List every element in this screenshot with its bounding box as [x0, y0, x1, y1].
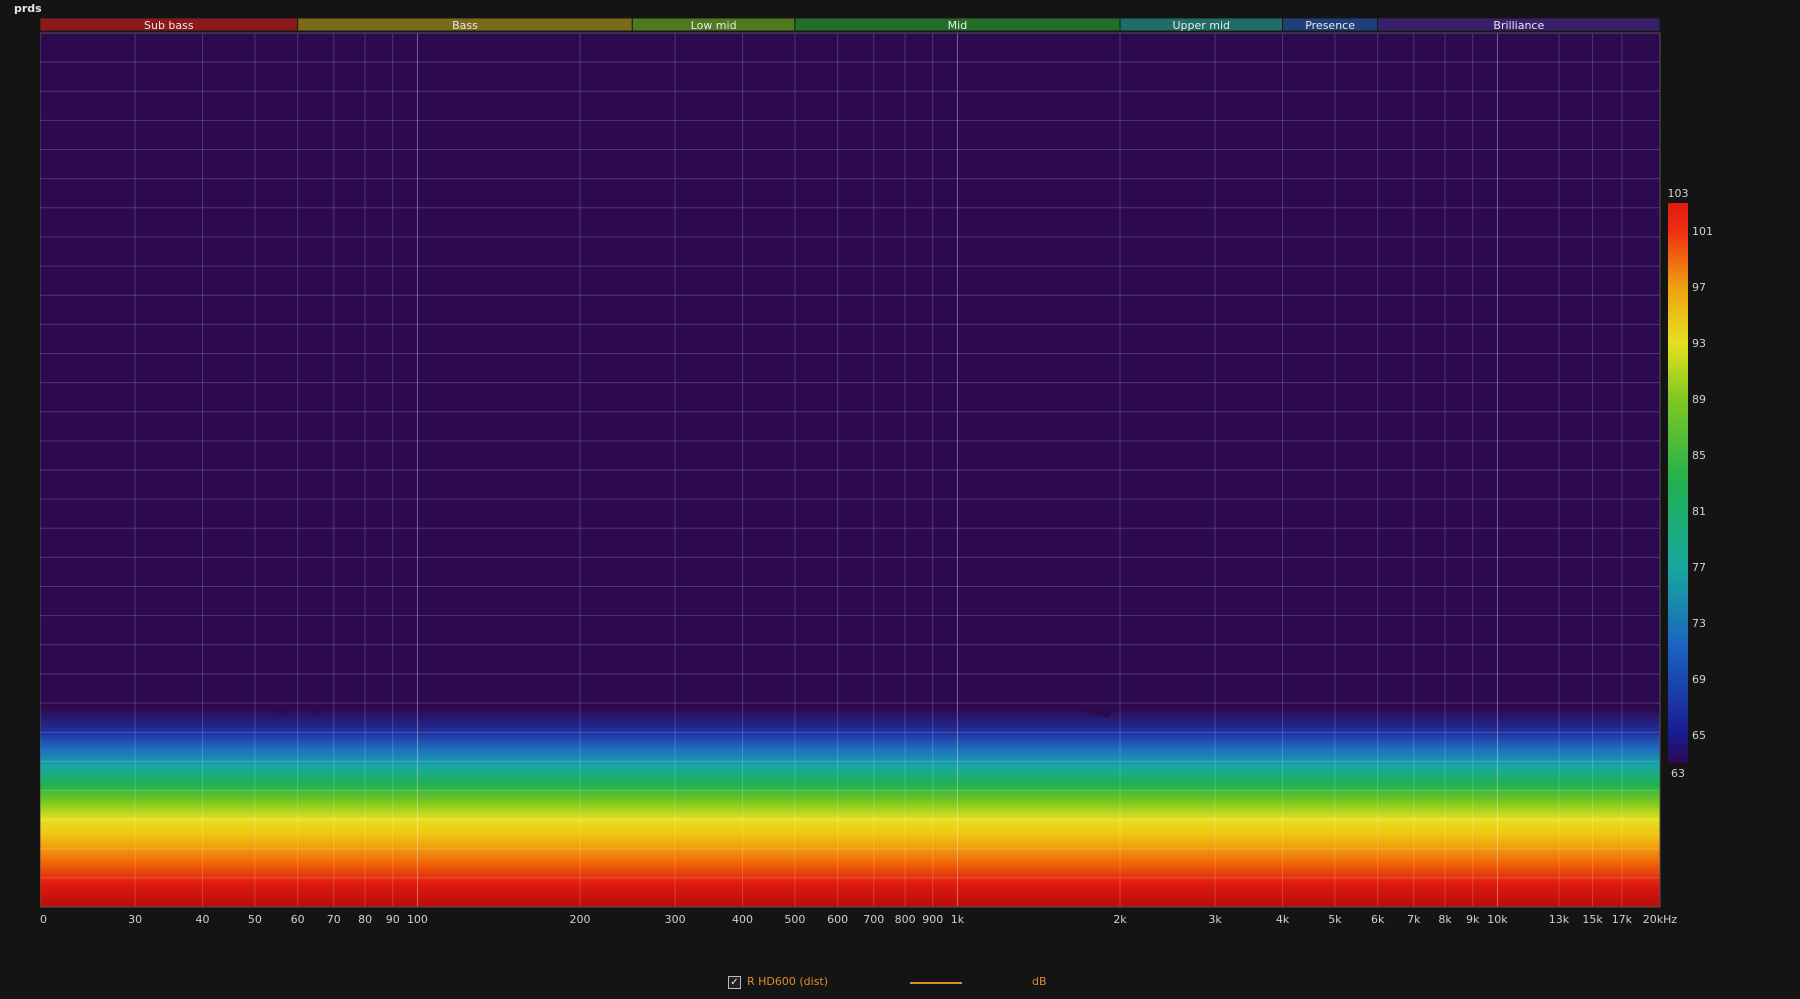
colorbar-label: 85	[1692, 449, 1706, 462]
band-header-label: Presence	[1305, 19, 1355, 32]
x-tick-label: 70	[327, 913, 341, 926]
legend: ✓ R HD600 (dist) dB	[0, 975, 1800, 995]
x-tick-label: 40	[196, 913, 210, 926]
x-tick-label: 2k	[1113, 913, 1127, 926]
band-header-label: Mid	[948, 19, 968, 32]
x-tick-label: 20kHz	[1643, 913, 1678, 926]
x-tick-label: 8k	[1438, 913, 1452, 926]
colorbar-label: 97	[1692, 281, 1706, 294]
x-tick-label: 700	[863, 913, 884, 926]
x-tick-label: 900	[922, 913, 943, 926]
x-tick-label: 400	[732, 913, 753, 926]
y-axis-unit-label: prds	[14, 2, 42, 15]
band-header-label: Low mid	[691, 19, 737, 32]
x-tick-label: 60	[291, 913, 305, 926]
x-tick-label: 50	[248, 913, 262, 926]
x-tick-label: 10k	[1487, 913, 1508, 926]
x-tick-label: 800	[895, 913, 916, 926]
colorbar-label: 93	[1692, 337, 1706, 350]
x-tick-label: 30	[128, 913, 142, 926]
colorbar-label: 63	[1671, 767, 1685, 780]
colorbar-label: 77	[1692, 561, 1706, 574]
colorbar-label: 89	[1692, 393, 1706, 406]
x-tick-label: 9k	[1466, 913, 1480, 926]
colorbar-label: 73	[1692, 617, 1706, 630]
x-tick-label: 100	[407, 913, 428, 926]
x-tick-label: 20	[40, 913, 47, 926]
x-tick-label: 1k	[951, 913, 965, 926]
band-header-label: Upper mid	[1172, 19, 1230, 32]
x-tick-label: 600	[827, 913, 848, 926]
band-header-label: Bass	[452, 19, 478, 32]
colorbar-label: 65	[1692, 729, 1706, 742]
colorbar-label: 103	[1668, 187, 1689, 200]
x-tick-label: 7k	[1407, 913, 1421, 926]
colorbar-label: 69	[1692, 673, 1706, 686]
series-label[interactable]: R HD600 (dist)	[747, 975, 828, 988]
series-unit-label: dB	[1032, 975, 1047, 988]
band-header-label: Brilliance	[1493, 19, 1544, 32]
x-tick-label: 17k	[1612, 913, 1633, 926]
x-tick-label: 4k	[1276, 913, 1290, 926]
colorbar	[1668, 203, 1688, 763]
x-tick-label: 6k	[1371, 913, 1385, 926]
x-tick-label: 15k	[1582, 913, 1603, 926]
series-line-swatch	[910, 982, 962, 984]
spectrogram-svg: 1234567891011121314151617181920212223242…	[40, 18, 1713, 926]
x-tick-label: 13k	[1549, 913, 1570, 926]
x-tick-label: 5k	[1328, 913, 1342, 926]
x-tick-label: 3k	[1208, 913, 1222, 926]
x-tick-label: 80	[358, 913, 372, 926]
series-toggle-checkbox[interactable]: ✓	[728, 976, 741, 989]
x-tick-label: 500	[784, 913, 805, 926]
spectrogram-plot[interactable]: 1234567891011121314151617181920212223242…	[40, 18, 1742, 947]
x-tick-label: 90	[386, 913, 400, 926]
colorbar-label: 81	[1692, 505, 1706, 518]
x-tick-label: 200	[570, 913, 591, 926]
band-header-label: Sub bass	[144, 19, 194, 32]
x-tick-label: 300	[665, 913, 686, 926]
colorbar-label: 101	[1692, 225, 1713, 238]
